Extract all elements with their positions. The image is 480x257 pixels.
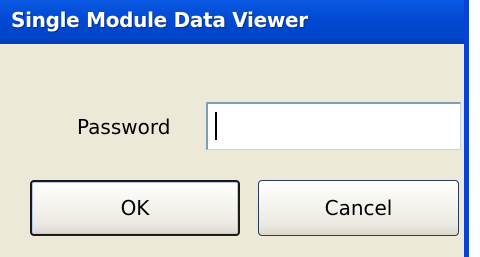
- password-input[interactable]: [206, 102, 461, 150]
- cancel-button[interactable]: Cancel: [258, 180, 459, 236]
- text-caret: [215, 112, 217, 140]
- password-label: Password: [77, 115, 171, 139]
- ok-button[interactable]: OK: [30, 180, 240, 236]
- window-title: Single Module Data Viewer: [11, 8, 308, 32]
- dialog-window: Single Module Data Viewer Password OK Ca…: [0, 0, 469, 257]
- title-bar[interactable]: Single Module Data Viewer: [0, 0, 464, 44]
